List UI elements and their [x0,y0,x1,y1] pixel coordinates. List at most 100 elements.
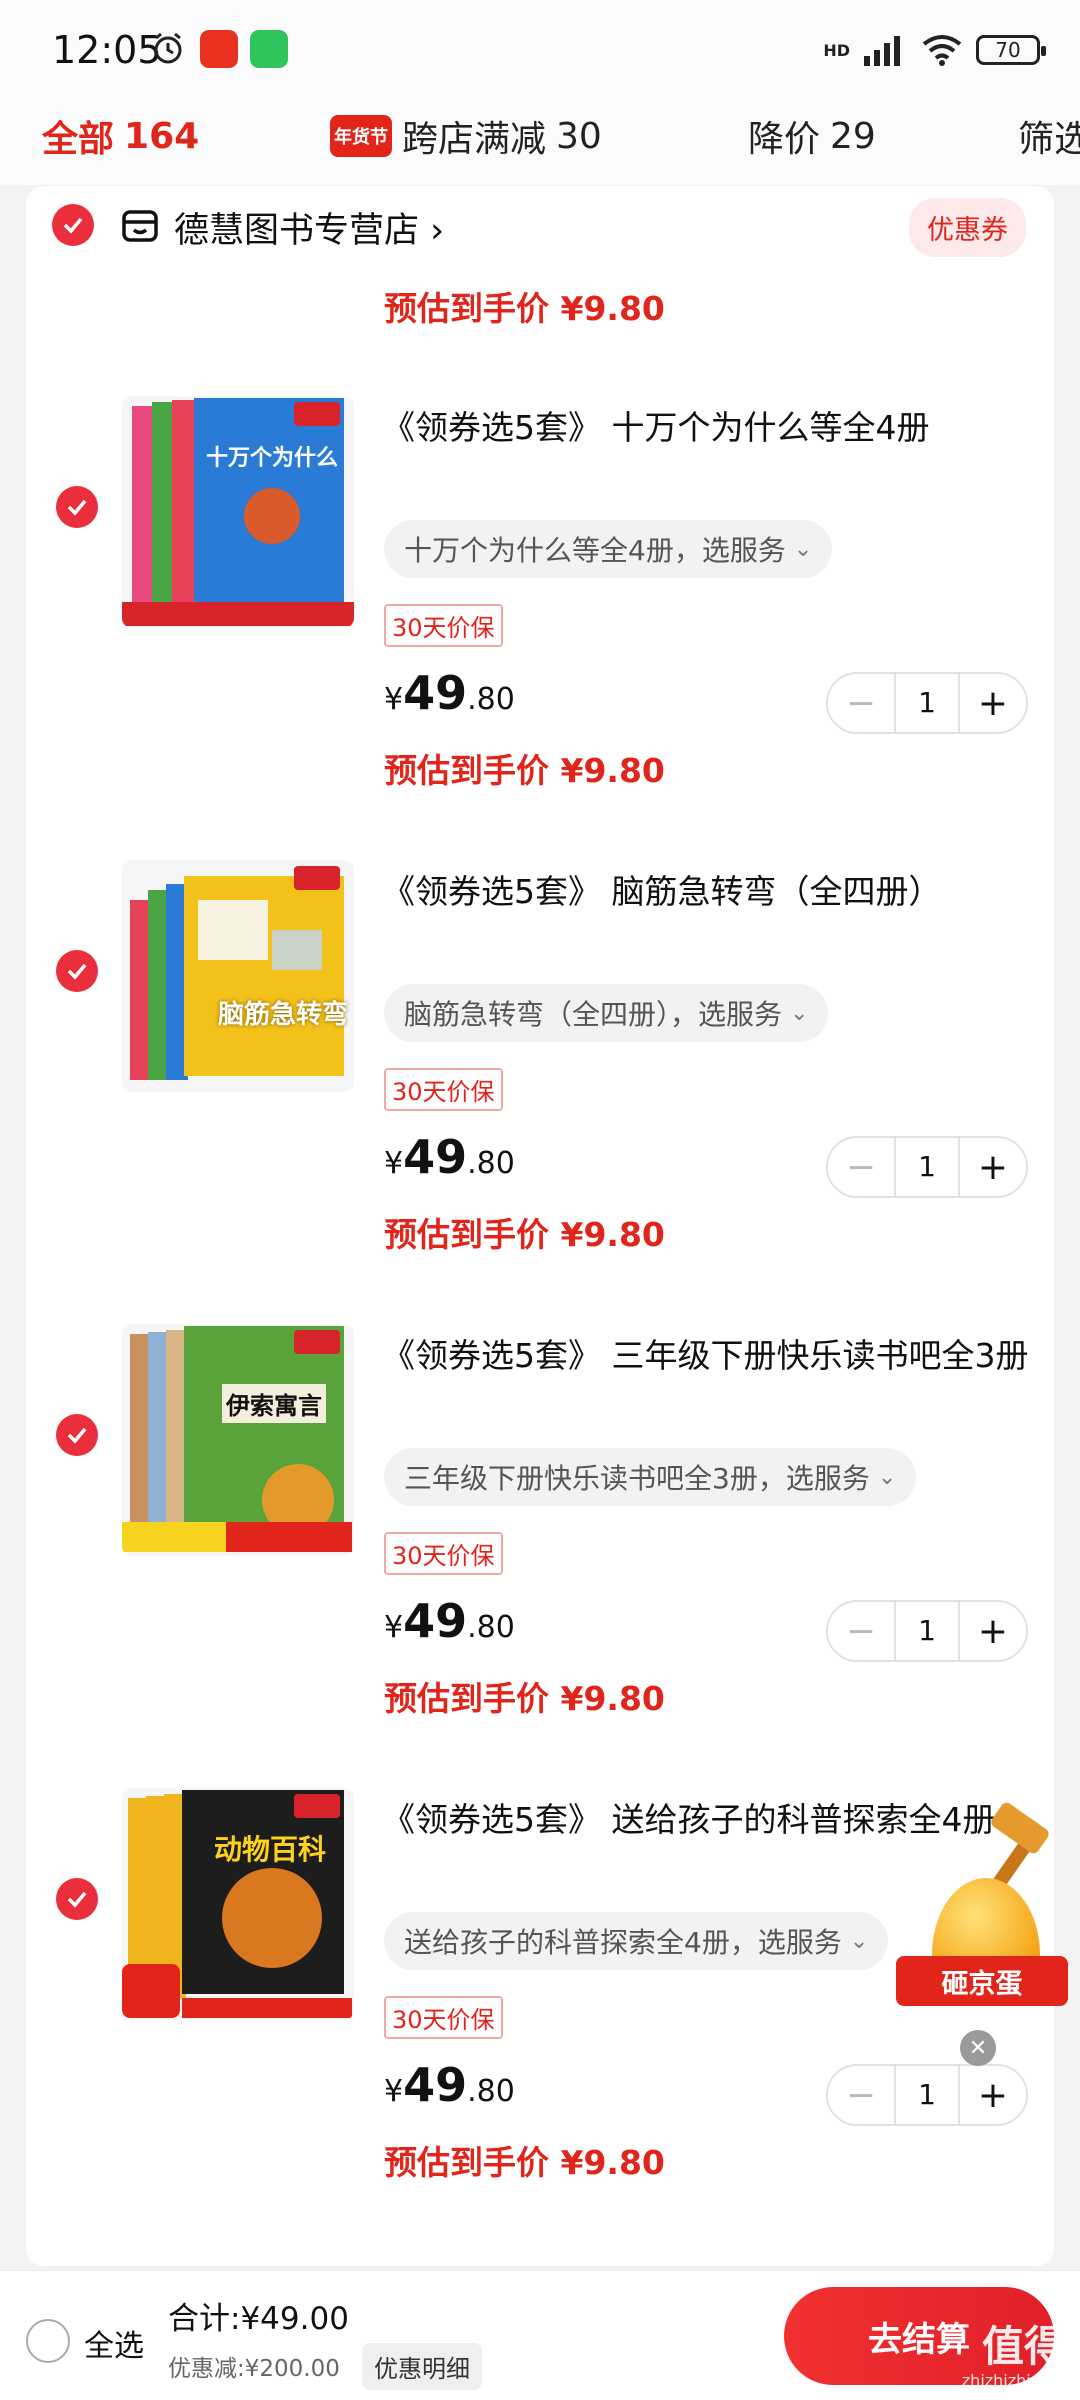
checkmark-icon [67,1891,87,1908]
item-checkbox[interactable] [56,486,98,528]
quantity-value[interactable]: 1 [894,1138,960,1196]
price-guarantee-tag: 30天价保 [384,1532,503,1575]
product-price: ¥49.80 [384,1594,515,1648]
increase-button[interactable]: + [960,2075,1026,2116]
chevron-down-icon: ⌄ [877,1464,897,1490]
checkmark-icon [67,1427,87,1444]
prev-item-estimate: 预估到手价 ¥9.80 [384,289,665,328]
discount-amount: 优惠减:¥200.00 [168,2356,340,2382]
app-notification-icon [200,30,238,68]
book-cover-title: 十万个为什么 [206,446,339,471]
cart-item: 伊索寓言 《领券选5套》 三年级下册快乐读书吧全3册 三年级下册快乐读书吧全3册… [26,1324,1054,1788]
decrease-button[interactable]: − [828,683,894,724]
estimated-price: 预估到手价 ¥9.80 [384,1679,665,1718]
checkout-bar: 全选 合计:¥49.00 优惠减:¥200.00 优惠明细 去结算 值得值 zh… [0,2270,1080,2400]
spec-selector[interactable]: 脑筋急转弯（全四册），选服务 ⌄ [384,984,829,1042]
price-decimal: .80 [467,2074,515,2109]
nianhuo-badge: 年货节 [330,115,392,157]
tab-count: 164 [124,115,200,157]
item-checkbox[interactable] [56,1414,98,1456]
product-title[interactable]: 《领券选5套》 脑筋急转弯（全四册） [382,864,1032,919]
status-right: HD 70 [823,30,1046,70]
smash-egg-label: 砸京蛋 [896,1956,1068,2006]
price-decimal: .80 [467,682,515,717]
decrease-button[interactable]: − [828,2075,894,2116]
product-image[interactable]: 十万个为什么 [122,396,354,628]
battery-icon: 70 [976,35,1046,65]
status-bar: 12:05 HD 70 [0,0,1080,95]
checkmark-icon [67,499,87,516]
quantity-value[interactable]: 1 [894,1602,960,1660]
tab-count: 29 [830,115,876,157]
spec-text: 脑筋急转弯（全四册），选服务 [404,998,783,1031]
shop-icon [122,210,158,242]
product-image[interactable]: 伊索寓言 [122,1324,354,1556]
quantity-stepper: − 1 + [826,672,1028,734]
shop-header: 德慧图书专营店 › 优惠券 [26,186,1054,266]
select-all-checkbox[interactable] [26,2319,70,2363]
spec-text: 十万个为什么等全4册，选服务 [404,534,786,567]
increase-button[interactable]: + [960,1611,1026,1652]
tab-label: 筛选 [1018,119,1080,160]
product-image[interactable]: 动物百科 [122,1788,354,2020]
tab-label: 跨店满减 [402,119,547,160]
price-currency: ¥ [384,2074,404,2109]
increase-button[interactable]: + [960,683,1026,724]
item-checkbox[interactable] [56,950,98,992]
signal-icon [864,36,900,66]
coupon-button[interactable]: 优惠券 [909,198,1026,257]
estimated-price: 预估到手价 ¥9.80 [384,2143,665,2182]
product-title[interactable]: 《领券选5套》 十万个为什么等全4册 [382,400,1032,455]
wechat-notification-icon [250,30,288,68]
shop-checkbox[interactable] [52,204,94,246]
estimated-price: 预估到手价 ¥9.80 [384,751,665,790]
product-price: ¥49.80 [384,666,515,720]
price-guarantee-tag: 30天价保 [384,604,503,647]
select-all-label[interactable]: 全选 [84,2321,144,2365]
quantity-stepper: − 1 + [826,1600,1028,1662]
quantity-value[interactable]: 1 [894,674,960,732]
price-integer: 49 [403,1594,468,1648]
product-title[interactable]: 《领券选5套》 三年级下册快乐读书吧全3册 [382,1328,1032,1383]
close-icon[interactable]: ✕ [960,2030,996,2066]
increase-button[interactable]: + [960,1147,1026,1188]
network-type: HD [823,40,850,60]
spec-text: 三年级下册快乐读书吧全3册，选服务 [404,1462,870,1495]
cart-item: 十万个为什么 《领券选5套》 十万个为什么等全4册 十万个为什么等全4册，选服务… [26,396,1054,860]
price-currency: ¥ [384,682,404,717]
item-checkbox[interactable] [56,1878,98,1920]
checkmark-icon [63,217,83,234]
smash-egg-widget[interactable]: 砸京蛋 ✕ [896,1800,1072,2078]
book-cover-title: 动物百科 [214,1833,327,1866]
status-time: 12:05 [52,28,162,72]
book-cover-title: 脑筋急转弯 [218,1000,349,1030]
shop-name-link[interactable]: 德慧图书专营店 › [174,202,444,253]
discount-detail-button[interactable]: 优惠明细 [362,2343,482,2390]
decrease-button[interactable]: − [828,1147,894,1188]
tab-price-drop[interactable]: 降价 29 [748,110,876,162]
chevron-down-icon: ⌄ [793,536,813,562]
price-currency: ¥ [384,1610,404,1645]
spec-selector[interactable]: 十万个为什么等全4册，选服务 ⌄ [384,520,833,578]
book-cover-graphic [130,866,344,1080]
total-amount: 合计:¥49.00 [168,2301,349,2337]
chevron-down-icon: ⌄ [790,1000,809,1026]
tab-count: 30 [556,115,602,157]
decrease-button[interactable]: − [828,1611,894,1652]
spec-text: 送给孩子的科普探索全4册，选服务 [404,1926,842,1959]
spec-selector[interactable]: 三年级下册快乐读书吧全3册，选服务 ⌄ [384,1448,917,1506]
product-price: ¥49.80 [384,1130,515,1184]
tab-filter[interactable]: 筛选 [1018,110,1080,162]
price-currency: ¥ [384,1146,404,1181]
price-decimal: .80 [467,1610,515,1645]
product-image[interactable]: 脑筋急转弯 [122,860,354,1092]
watermark-url: zhizhizhi.com [961,2371,1070,2390]
wifi-icon [922,35,962,66]
alarm-icon [154,32,182,64]
book-cover-title: 伊索寓言 [222,1384,326,1423]
tab-all[interactable]: 全部 164 [42,110,199,162]
product-price: ¥49.80 [384,2058,515,2112]
chevron-down-icon: ⌄ [849,1928,869,1954]
tab-cross-store-discount[interactable]: 年货节 跨店满减 30 [330,110,602,162]
spec-selector[interactable]: 送给孩子的科普探索全4册，选服务 ⌄ [384,1912,889,1970]
